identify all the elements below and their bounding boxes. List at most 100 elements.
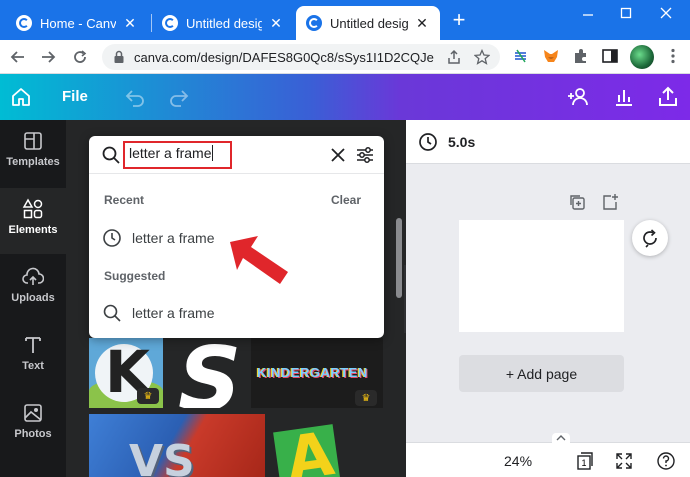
sidebar-item-label: Photos: [14, 428, 52, 440]
canva-editor-header: File: [0, 74, 690, 120]
tab-untitled-design-1[interactable]: Untitled design - Ca ✕: [152, 6, 294, 40]
share-icon[interactable]: [446, 49, 462, 65]
history-clock-icon: [103, 229, 121, 247]
recent-section-label: Recent: [104, 193, 145, 207]
clear-recent-button[interactable]: Clear: [331, 193, 361, 207]
comment-refresh-button[interactable]: [632, 220, 668, 256]
suggested-search-text: letter a frame: [132, 305, 215, 321]
photos-image-icon: [24, 404, 42, 422]
fullscreen-button[interactable]: [614, 451, 634, 471]
duplicate-page-icon[interactable]: [568, 193, 586, 211]
minimize-icon[interactable]: [568, 0, 608, 26]
refresh-comment-icon: [643, 229, 657, 248]
zoom-level[interactable]: 24%: [504, 453, 532, 469]
new-tab-button[interactable]: +: [448, 9, 470, 32]
back-arrow-icon[interactable]: [8, 47, 28, 67]
sidebar-item-templates[interactable]: Templates: [0, 120, 66, 186]
highlight-box: [123, 141, 232, 169]
page-duration-bar: 5.0s: [406, 120, 690, 164]
add-page-icon[interactable]: [601, 193, 619, 211]
pages-stack-icon: 1: [577, 452, 593, 470]
tab-title: Untitled design - Ca: [330, 15, 408, 31]
help-question-icon: [657, 452, 675, 470]
address-bar[interactable]: canva.com/design/DAFES8G0Qc8/sSys1I1D2CQ…: [102, 44, 500, 70]
sidebar-item-label: Text: [22, 360, 44, 372]
crown-icon: ♛: [143, 390, 153, 402]
side-panel-icon[interactable]: [601, 47, 619, 65]
show-pages-chevron[interactable]: [552, 433, 570, 443]
close-tab-icon[interactable]: ✕: [268, 15, 284, 31]
forward-arrow-icon[interactable]: [38, 47, 58, 67]
sidebar-item-label: Uploads: [11, 292, 55, 304]
suggested-section-label: Suggested: [104, 269, 166, 283]
panel-scrollbar[interactable]: [396, 218, 402, 298]
suggested-search-item[interactable]: letter a frame: [89, 298, 384, 328]
reload-icon[interactable]: [70, 47, 90, 67]
tab-home-canva[interactable]: Home - Canva ✕: [6, 6, 148, 40]
maximize-icon[interactable]: [606, 0, 646, 26]
sidebar-item-text[interactable]: Text: [0, 324, 66, 390]
page-count-button[interactable]: 1: [574, 451, 594, 471]
redo-icon[interactable]: [168, 86, 190, 108]
metamask-fox-icon[interactable]: [542, 47, 560, 65]
side-navigation: Templates Elements Uploads Text Photos: [0, 120, 66, 477]
profile-avatar[interactable]: [630, 45, 654, 69]
clear-search-x-icon[interactable]: [329, 146, 347, 164]
timer-clock-icon[interactable]: [418, 132, 438, 152]
sidebar-item-photos[interactable]: Photos: [0, 392, 66, 458]
browser-menu-icon[interactable]: [664, 47, 682, 65]
vs-text: VS: [129, 436, 195, 477]
undo-icon[interactable]: [124, 86, 146, 108]
design-page[interactable]: [459, 220, 624, 332]
add-people-icon[interactable]: [566, 85, 590, 109]
search-icon: [103, 304, 121, 322]
canva-favicon-icon: [162, 15, 178, 31]
close-tab-icon[interactable]: ✕: [414, 15, 430, 31]
sidebar-item-uploads[interactable]: Uploads: [0, 256, 66, 322]
thumbnail-versus[interactable]: VS: [89, 414, 265, 477]
add-page-button[interactable]: + Add page: [459, 355, 624, 392]
tab-untitled-design-active[interactable]: Untitled design - Ca ✕: [296, 6, 440, 40]
help-button[interactable]: [656, 451, 676, 471]
close-window-icon[interactable]: [646, 0, 686, 26]
extensions-puzzle-icon[interactable]: [572, 47, 590, 65]
templates-icon: [24, 132, 42, 150]
canva-favicon-icon: [306, 15, 322, 31]
extension-swirl-icon[interactable]: [512, 47, 530, 65]
thumbnail-letter-a[interactable]: A: [273, 420, 353, 477]
letter-a-glyph: A: [282, 420, 339, 477]
url-text: canva.com/design/DAFES8G0Qc8/sSys1I1D2CQ…: [134, 49, 434, 65]
file-menu-button[interactable]: File: [62, 88, 88, 105]
sidebar-item-elements[interactable]: Elements: [0, 188, 66, 254]
filter-sliders-icon[interactable]: [355, 145, 375, 165]
sidebar-item-label: Elements: [8, 224, 58, 236]
page-duration[interactable]: 5.0s: [448, 134, 475, 150]
thumbnail-kindergarten[interactable]: KINDERGARTEN ♛: [251, 338, 383, 408]
red-pointer-arrow-icon: [230, 236, 288, 284]
browser-toolbar: canva.com/design/DAFES8G0Qc8/sSys1I1D2CQ…: [0, 40, 690, 74]
lock-icon: [114, 50, 124, 63]
browser-tab-bar: Home - Canva ✕ Untitled design - Ca ✕ Un…: [0, 0, 690, 40]
tab-title: Home - Canva: [40, 15, 116, 31]
share-upload-icon[interactable]: [656, 85, 680, 109]
page-count: 1: [581, 458, 586, 468]
thumbnail-letter-k[interactable]: K ♛: [89, 338, 163, 408]
bookmark-star-icon[interactable]: [474, 49, 490, 65]
editor-footer: 24% 1: [406, 433, 690, 477]
sidebar-item-label: Templates: [6, 156, 60, 168]
insights-bar-chart-icon[interactable]: [612, 85, 636, 109]
elements-shapes-icon: [22, 198, 43, 219]
thumbnail-letter-s[interactable]: S: [166, 338, 244, 408]
kindergarten-text: KINDERGARTEN: [257, 365, 368, 380]
crown-icon: ♛: [361, 392, 371, 404]
recent-search-text: letter a frame: [132, 230, 215, 246]
home-icon[interactable]: [10, 86, 32, 108]
tab-title: Untitled design - Ca: [186, 15, 262, 31]
premium-crown-badge: ♛: [355, 390, 377, 406]
chevron-up-icon: [556, 435, 566, 441]
uploads-cloud-icon: [22, 267, 44, 285]
canva-favicon-icon: [16, 15, 32, 31]
letter-s-glyph: S: [178, 338, 242, 408]
fullscreen-expand-icon: [616, 453, 632, 469]
close-tab-icon[interactable]: ✕: [122, 15, 138, 31]
